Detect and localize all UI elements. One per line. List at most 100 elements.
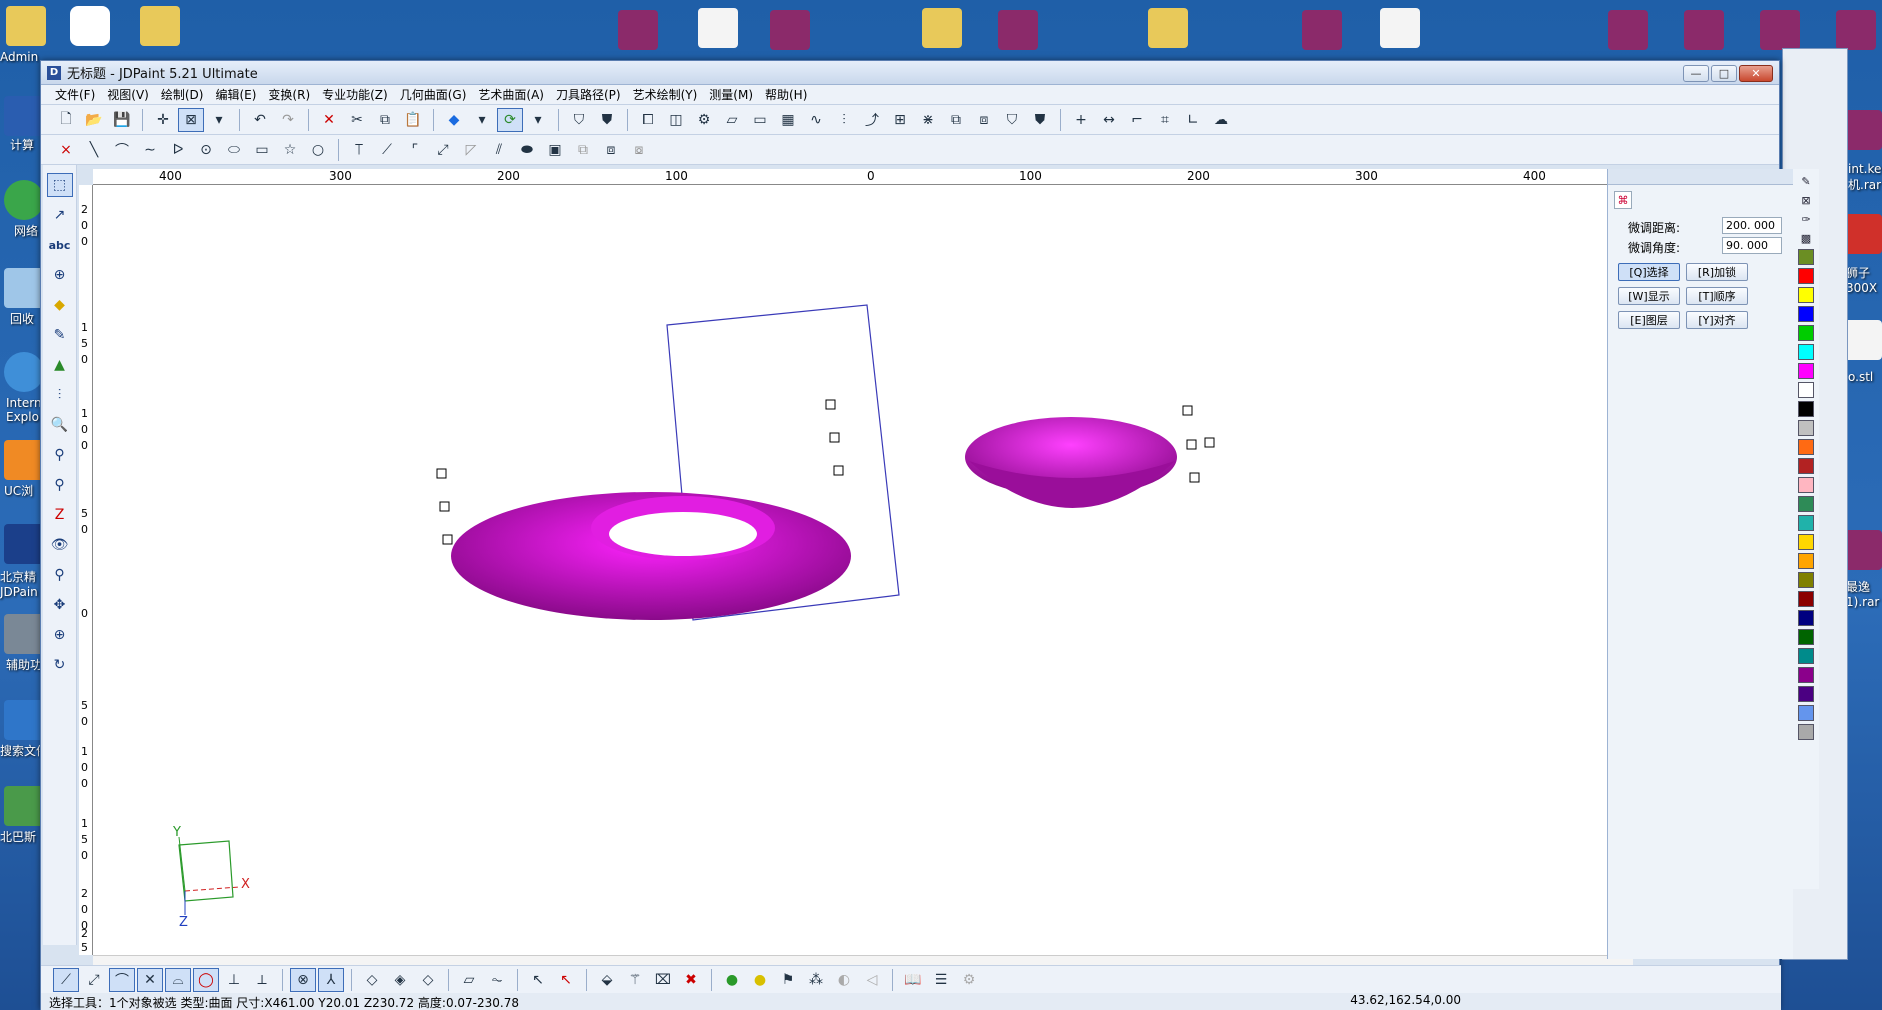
crosshair-icon[interactable]: ✛ [150, 108, 176, 132]
zoom-selection-icon[interactable]: ⚲ [47, 563, 73, 587]
view-iso2-icon[interactable]: ◈ [387, 968, 413, 992]
color-swatch[interactable] [1798, 724, 1814, 740]
menu-edit[interactable]: 编辑(E) [209, 86, 262, 103]
color-swatch[interactable] [1798, 686, 1814, 702]
snap-intersection-icon[interactable]: ✕ [137, 967, 163, 992]
maximize-button[interactable]: □ [1711, 65, 1737, 82]
color-swatch[interactable] [1798, 268, 1814, 284]
snap-nearest-icon[interactable]: ⟂ [249, 968, 275, 992]
network-icon[interactable] [4, 180, 44, 220]
color-swatch[interactable] [1798, 363, 1814, 379]
selection-handle[interactable] [442, 534, 453, 545]
pattern-icon[interactable]: ▩ [1797, 230, 1815, 246]
redo-icon[interactable]: ↷ [275, 108, 301, 132]
light-yellow-icon[interactable]: ● [747, 968, 773, 992]
selection-handle[interactable] [1182, 405, 1193, 416]
rotate-icon[interactable]: ↻ [47, 653, 73, 677]
assist-tool-icon[interactable] [4, 614, 44, 654]
winrar-archive-icon[interactable] [998, 10, 1038, 50]
chamfer-icon[interactable]: ◸ [458, 138, 484, 162]
circle-center-icon[interactable]: ⊙ [193, 138, 219, 162]
node-edit-icon[interactable]: ↗ [47, 203, 73, 227]
color-swatch[interactable] [1798, 591, 1814, 607]
align-icon[interactable]: ⧉ [570, 138, 596, 162]
light-green-icon[interactable]: ● [719, 968, 745, 992]
menu-art-surface[interactable]: 艺术曲面(A) [472, 86, 550, 103]
plane-edit-icon[interactable]: ⏦ [484, 968, 510, 992]
cursor-add-icon[interactable]: ↖ [525, 968, 551, 992]
winrar-archive-icon[interactable] [1842, 530, 1882, 570]
zoom-window-icon[interactable]: 🔍 [47, 413, 73, 437]
color-swatch[interactable] [1798, 534, 1814, 550]
color-swatch[interactable] [1798, 382, 1814, 398]
ellipse-icon[interactable]: ⬭ [221, 138, 247, 162]
panel-tab-icon[interactable]: ⌘ [1614, 191, 1632, 209]
ruler-icon[interactable]: ⫶ [831, 108, 857, 132]
color-swatch[interactable] [1798, 439, 1814, 455]
menu-view[interactable]: 视图(V) [101, 86, 155, 103]
eye-icon[interactable]: 👁 [47, 533, 73, 557]
nudge-distance-input[interactable]: 200. 000 [1722, 217, 1782, 234]
folder-icon[interactable] [922, 8, 962, 48]
color-swatch[interactable] [1798, 553, 1814, 569]
menu-measure[interactable]: 测量(M) [703, 86, 759, 103]
pan-icon[interactable]: ✥ [47, 593, 73, 617]
color-swatch[interactable] [1798, 420, 1814, 436]
title-bar[interactable]: D 无标题 - JDPaint 5.21 Ultimate — □ ✕ [41, 61, 1779, 85]
select-box-icon[interactable]: ⊠ [178, 107, 204, 132]
color-swatch[interactable] [1798, 344, 1814, 360]
color-swatch[interactable] [1798, 496, 1814, 512]
window-icon[interactable]: ▭ [747, 108, 773, 132]
menu-draw[interactable]: 绘制(D) [155, 86, 210, 103]
offset-icon[interactable]: ⫽ [486, 138, 512, 162]
circle-icon[interactable]: ○ [305, 138, 331, 162]
undo-icon[interactable]: ↶ [247, 108, 273, 132]
cloud-icon[interactable]: ☁ [1208, 108, 1234, 132]
snap-arc-icon[interactable]: ⌓ [165, 967, 191, 992]
winrar-archive-icon[interactable] [1760, 10, 1800, 50]
menu-transform[interactable]: 变换(R) [262, 86, 316, 103]
app-shortcut-icon[interactable] [4, 786, 44, 826]
zoom-previous-icon[interactable]: Z [47, 503, 73, 527]
view-iso-icon[interactable]: ◇ [359, 968, 385, 992]
snap-circle-icon[interactable]: ◯ [193, 967, 219, 992]
settings-disabled-icon[interactable]: ⚙ [956, 968, 982, 992]
stack-icon[interactable]: ⧈ [971, 108, 997, 132]
wand-icon[interactable]: ⚚ [622, 968, 648, 992]
selection-handle[interactable] [436, 468, 447, 479]
winrar-archive-icon[interactable] [1842, 110, 1882, 150]
dropdown-arrow-icon[interactable]: ▾ [206, 108, 232, 132]
table-icon[interactable]: ⊞ [887, 108, 913, 132]
box-icon[interactable]: ▱ [719, 108, 745, 132]
extend-icon[interactable]: ⟋ [374, 138, 400, 162]
delete-red-icon[interactable]: ✖ [678, 968, 704, 992]
distribute-icon[interactable]: ⧇ [626, 138, 652, 162]
polyline-icon[interactable]: ᐅ [165, 138, 191, 162]
winrar-archive-icon[interactable] [1302, 10, 1342, 50]
select-mode-button[interactable]: [Q]选择 [1618, 263, 1680, 281]
winrar-archive-icon[interactable] [770, 10, 810, 50]
order-button[interactable]: [T]顺序 [1686, 287, 1748, 305]
ie-icon[interactable] [4, 352, 44, 392]
color-swatch[interactable] [1798, 648, 1814, 664]
gear-icon[interactable]: ⚙ [691, 108, 717, 132]
select-tool-icon[interactable]: ⬚ [46, 173, 73, 197]
folder-icon[interactable] [1148, 8, 1188, 48]
winrar-archive-icon[interactable] [1684, 10, 1724, 50]
tree-icon[interactable]: ▲ [47, 353, 73, 377]
curve-icon[interactable]: ∿ [803, 108, 829, 132]
menu-art-draw[interactable]: 艺术绘制(Y) [627, 86, 704, 103]
color-swatch[interactable] [1798, 629, 1814, 645]
view-iso3-icon[interactable]: ◇ [415, 968, 441, 992]
measure-width-icon[interactable]: ↔ [1096, 108, 1122, 132]
frame-icon[interactable]: ▣ [542, 138, 568, 162]
join-icon[interactable]: ⬬ [514, 138, 540, 162]
snap-angle-icon[interactable]: ⅄ [318, 967, 344, 992]
transform-tool-icon[interactable]: ⊕ [47, 263, 73, 287]
arrow-left-icon[interactable]: ◁ [859, 968, 885, 992]
layer-button[interactable]: [E]图层 [1618, 311, 1680, 329]
rectangle-icon[interactable]: ▭ [249, 138, 275, 162]
no-color-icon[interactable]: ⊠ [1797, 192, 1815, 208]
copy-icon[interactable]: ⧉ [372, 108, 398, 132]
rotate-view-icon[interactable]: ⟳ [497, 107, 523, 132]
